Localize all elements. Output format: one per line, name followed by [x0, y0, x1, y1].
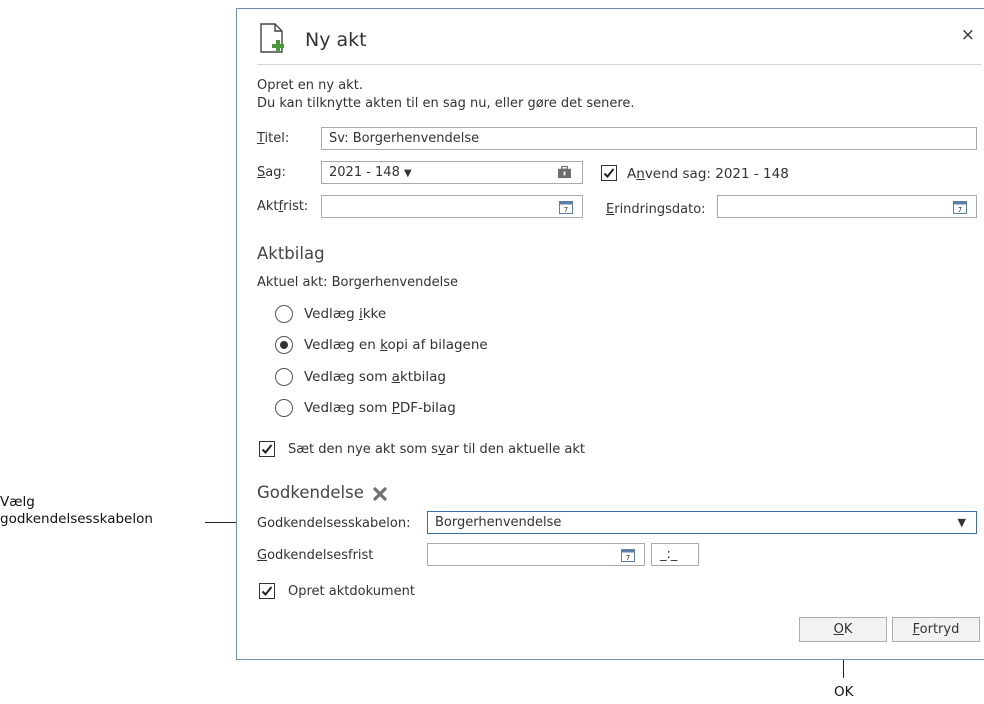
option-attach-pdf-label[interactable]: Vedlæg som PDF-bilag [304, 400, 456, 416]
ok-button[interactable]: OK [799, 617, 887, 642]
approval-deadline-input[interactable]: 7 [427, 543, 645, 566]
svg-text:7: 7 [564, 206, 568, 214]
case-field[interactable]: 2021 - 148 ▼ [321, 161, 583, 184]
new-act-dialog: Ny akt × Opret en ny akt. Du kan tilknyt… [236, 8, 984, 660]
deadline-input[interactable]: 7 [321, 195, 583, 218]
case-value: 2021 - 148 [329, 165, 400, 180]
callout-line-2: godkendelsesskabelon [0, 511, 153, 527]
calendar-icon[interactable]: 7 [953, 200, 967, 214]
apply-case-checkbox[interactable] [601, 165, 617, 181]
option-attach-act-label[interactable]: Vedlæg som aktbilag [304, 369, 446, 385]
chevron-down-icon[interactable]: ▼ [958, 512, 966, 533]
callout-ok: OK [834, 684, 854, 700]
apply-case-label[interactable]: Anvend sag: 2021 - 148 [627, 166, 789, 182]
intro-line-1: Opret en ny akt. [257, 78, 363, 93]
callout-line-1: Vælg [0, 494, 35, 510]
radio-attach-pdf[interactable] [275, 399, 293, 417]
callout-choose-template: Vælg godkendelsesskabelon [0, 494, 153, 528]
deadline-label: Aktfrist: [257, 199, 309, 214]
check-icon [603, 168, 615, 178]
header-divider [257, 64, 981, 65]
new-document-icon [260, 23, 284, 53]
intro-line-2: Du kan tilknytte akten til en sag nu, el… [257, 96, 635, 111]
reminder-date-input[interactable]: 7 [717, 195, 977, 218]
radio-attach-copy[interactable] [275, 336, 293, 354]
create-document-checkbox[interactable] [259, 583, 275, 599]
current-act-label: Aktuel akt: Borgerhenvendelse [257, 275, 458, 290]
calendar-icon[interactable]: 7 [559, 200, 573, 214]
dialog-header: Ny akt × [257, 21, 983, 61]
calendar-icon[interactable]: 7 [621, 548, 635, 562]
svg-text:7: 7 [958, 206, 962, 214]
dialog-title: Ny akt [305, 29, 367, 51]
create-document-label[interactable]: Opret aktdokument [288, 584, 415, 599]
case-label: Sag: [257, 165, 286, 180]
approval-template-label: Godkendelsesskabelon: [257, 516, 411, 531]
title-label: Titel: [257, 131, 290, 146]
case-dropdown-icon[interactable]: ▼ [404, 168, 412, 179]
approval-template-value: Borgerhenvendelse [435, 515, 562, 530]
radio-attach-act[interactable] [275, 368, 293, 386]
check-icon [261, 444, 273, 454]
close-icon[interactable]: × [961, 25, 975, 45]
title-input[interactable]: Sv: Borgerhenvendelse [321, 127, 977, 150]
intro-text: Opret en ny akt. Du kan tilknytte akten … [257, 77, 635, 113]
reminder-date-label: Erindringsdato: [606, 202, 706, 217]
option-no-attach-label[interactable]: Vedlæg ikke [304, 306, 386, 322]
cancel-button[interactable]: Fortryd [892, 617, 980, 642]
check-icon [261, 586, 273, 596]
reply-checkbox[interactable] [259, 441, 275, 457]
remove-approval-icon[interactable] [373, 487, 387, 501]
case-lookup-icon[interactable] [557, 166, 572, 179]
svg-text:7: 7 [626, 554, 630, 562]
approval-deadline-label: Godkendelsesfrist [257, 548, 374, 563]
option-attach-copy-label[interactable]: Vedlæg en kopi af bilagene [304, 337, 488, 353]
approval-heading: Godkendelse [257, 483, 364, 502]
approval-template-select[interactable]: Borgerhenvendelse ▼ [427, 511, 977, 534]
reply-label[interactable]: Sæt den nye akt som svar til den aktuell… [288, 442, 585, 457]
radio-no-attach[interactable] [275, 305, 293, 323]
approval-time-input[interactable]: _:_ [651, 543, 699, 566]
attachments-heading: Aktbilag [257, 244, 325, 263]
